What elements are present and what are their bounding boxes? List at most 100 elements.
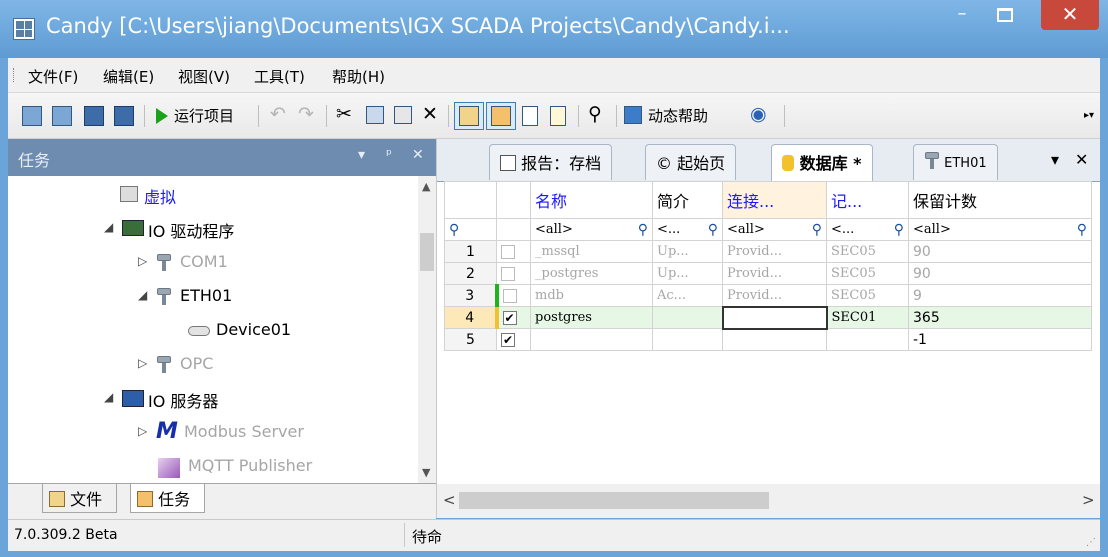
plug-icon [156,288,172,306]
tab-files[interactable]: 文件 [42,484,118,513]
tab-report-archive[interactable]: 报告：存档 [489,144,613,180]
tab-list-icon[interactable]: ▾ [1051,150,1059,169]
scroll-down-icon[interactable]: ▼ [422,466,430,479]
version-label: 7.0.309.2 Beta [14,527,118,543]
grid-corner[interactable] [444,181,497,219]
grid-scroll-thumb[interactable] [459,492,769,509]
menu-tools[interactable]: 工具(T) [254,66,305,87]
row-checkbox-checked[interactable]: ✔ [502,310,517,325]
tasks-panel-icon [491,106,511,126]
resize-grip-icon[interactable]: ⋰ [1086,537,1096,548]
tab-database[interactable]: 数据库 * [771,144,873,181]
tree-scroll-thumb[interactable] [420,233,434,271]
row-checkbox[interactable] [502,288,517,303]
panel-dropdown-icon[interactable]: ▾ [358,147,365,163]
tab-eth01[interactable]: ETH01 [913,144,998,180]
database-grid: 名称 简介 连接... 记... 保留计数 ⚲ <all> ⚲ <... ⚲ <al… [444,181,1092,484]
table-row[interactable]: 5 ✔ -1 [444,328,1092,351]
tasks-panel-title: 任务 [18,151,51,170]
io-driver-icon [122,220,144,236]
device-icon [188,326,210,336]
panel-close-icon[interactable]: ✕ [412,147,424,163]
grid-horizontal-scrollbar[interactable]: < > [437,484,1100,518]
toolbar-overflow-icon[interactable]: ▸▾ [1084,105,1094,127]
status-bar: 7.0.309.2 Beta 待命 ⋰ [8,519,1100,551]
task-tree: 虚拟 ◢ IO 驱动程序 ▷ COM1 ◢ ETH01 Device01 ▷ O… [8,176,416,483]
window-title: Candy [C:\Users\jiang\Documents\IGX SCAD… [46,14,790,38]
tab-close-icon[interactable]: ✕ [1075,150,1088,169]
filter-intro[interactable]: <... ⚲ [652,218,723,241]
column-header-keep-count[interactable]: 保留计数 [908,181,1092,219]
filter-search-icon[interactable]: ⚲ [444,218,497,241]
column-header-name[interactable]: 名称 [530,181,653,219]
column-header-intro[interactable]: 简介 [652,181,723,219]
output-icon[interactable] [550,106,566,126]
save-icon[interactable] [84,106,104,126]
pin-icon[interactable]: ⚲ [588,103,602,125]
close-button[interactable]: ✕ [1041,0,1099,30]
expand-arrow-icon[interactable]: ▷ [138,254,147,268]
collapse-arrow-icon[interactable]: ◢ [138,288,147,302]
filter-record[interactable]: <... ⚲ [826,218,909,241]
minimize-button[interactable]: – [947,0,977,30]
column-header-record[interactable]: 记... [826,181,909,219]
collapse-arrow-icon[interactable]: ◢ [104,390,113,404]
table-row[interactable]: 3 mdb Ac... Provid... SEC05 9 [444,284,1092,307]
plug-icon [156,356,172,374]
row-checkbox[interactable] [501,244,515,259]
column-header-connection[interactable]: 连接... [722,181,827,219]
menu-view[interactable]: 视图(V) [178,66,230,87]
search-icon: ⚲ [707,221,718,238]
expand-arrow-icon[interactable]: ▷ [138,356,147,370]
active-cell-editor[interactable] [721,305,828,330]
maximize-button[interactable] [990,0,1020,30]
properties-icon[interactable] [522,106,538,126]
start-page-icon: © [656,154,672,173]
save-all-icon[interactable] [114,106,134,126]
files-panel-icon [459,106,479,126]
tree-scrollbar[interactable]: ▲ ▼ [418,176,436,483]
filter-name[interactable]: <all> ⚲ [530,218,653,241]
undo-icon[interactable]: ↶ [270,103,286,125]
plug-icon [156,254,172,272]
panel-pin-icon[interactable]: ᵖ [386,147,392,163]
expand-arrow-icon[interactable]: ▷ [138,424,147,438]
copy-icon[interactable] [366,106,384,124]
scroll-up-icon[interactable]: ▲ [422,180,430,193]
filter-check-cell [496,218,531,241]
collapse-arrow-icon[interactable]: ◢ [104,220,113,234]
delete-icon[interactable]: ✕ [422,103,438,125]
report-icon [500,155,516,171]
menu-edit[interactable]: 编辑(E) [103,66,154,87]
play-icon[interactable] [156,108,168,124]
dynamic-help-button[interactable]: 动态帮助 [648,105,708,126]
help-icon[interactable]: ◉ [750,103,767,125]
open-project-icon[interactable] [52,106,72,126]
row-checkbox[interactable] [501,266,515,281]
scroll-left-icon[interactable]: < [443,491,456,509]
table-row-selected[interactable]: 4 ✔ postgres SEC01 365 [444,305,1092,330]
dynamic-help-icon [624,106,642,124]
mqtt-icon [158,458,180,478]
maximize-icon [997,8,1013,22]
table-row[interactable]: 2 _postgres Up... Provid... SEC05 90 [444,262,1092,285]
run-project-button[interactable]: 运行项目 [174,105,234,126]
new-project-icon[interactable] [22,106,42,126]
menu-help[interactable]: 帮助(H) [332,66,385,87]
tab-start-page[interactable]: © 起始页 [645,144,737,180]
table-row[interactable]: 1 _mssql Up... Provid... SEC05 90 [444,240,1092,263]
cut-icon[interactable]: ✂ [336,103,352,125]
files-tab-icon [49,491,65,507]
filter-keep-count[interactable]: <all> ⚲ [908,218,1092,241]
tab-tasks[interactable]: 任务 [130,484,206,513]
filter-connection[interactable]: <all> ⚲ [722,218,827,241]
tasks-panel: 任务 ▾ ᵖ ✕ 虚拟 ◢ IO 驱动程序 ▷ COM1 ◢ ETH01 Dev… [8,139,437,519]
io-server-icon [122,390,144,407]
paste-icon[interactable] [394,106,412,124]
scroll-right-icon[interactable]: > [1082,491,1095,509]
menu-file[interactable]: 文件(F) [28,66,78,87]
row-checkbox-checked[interactable]: ✔ [501,332,515,347]
search-icon: ⚲ [811,221,822,238]
plug-icon [924,152,940,170]
redo-icon[interactable]: ↷ [298,103,314,125]
